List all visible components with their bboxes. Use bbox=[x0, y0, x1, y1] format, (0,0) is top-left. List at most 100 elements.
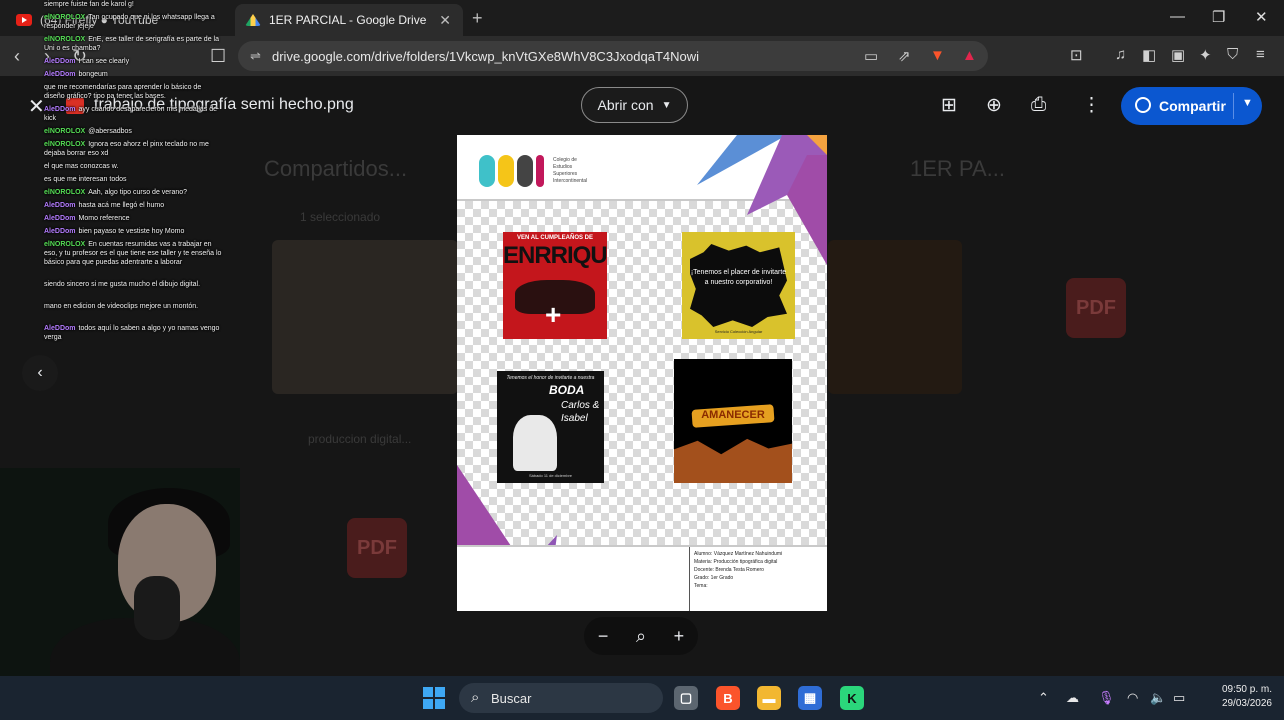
close-tab-icon[interactable]: ✕ bbox=[439, 12, 451, 29]
back-icon[interactable]: ‹ bbox=[14, 46, 20, 67]
pdf-file-icon[interactable]: PDF bbox=[347, 518, 407, 578]
new-tab-icon[interactable]: + bbox=[472, 8, 483, 29]
card3-foot: Sábado 11 de diciembre bbox=[528, 473, 573, 478]
chat-text: Aah, algo tipo curso de verano? bbox=[88, 189, 188, 196]
chat-username: elNOROLOX bbox=[44, 128, 86, 135]
info-line: Grado: 1er Grado bbox=[694, 575, 734, 581]
open-with-button[interactable]: Abrir con ▼ bbox=[581, 87, 688, 123]
card3-couple bbox=[513, 415, 557, 471]
file-thumbnail[interactable] bbox=[272, 240, 458, 394]
chat-text: mano en edicion de videoclips mejore un … bbox=[44, 303, 199, 310]
info-line: Tema: bbox=[694, 583, 708, 589]
show-hidden-icons-icon[interactable]: ⌃ bbox=[1038, 690, 1049, 706]
chat-message: elNOROLOX Aah, algo tipo curso de verano? bbox=[44, 188, 222, 197]
tab-search-icon[interactable]: ⊡ bbox=[1070, 46, 1083, 64]
youtube-icon bbox=[16, 14, 32, 26]
print-icon[interactable]: ⎙ bbox=[1031, 94, 1046, 116]
add-comment-icon[interactable]: ⊕ bbox=[986, 94, 1002, 117]
brave-rewards-icon[interactable]: ▲ bbox=[962, 47, 977, 64]
logo-text: Colegio de Estudios Superiores Intercont… bbox=[553, 157, 588, 184]
zoom-controls: − ⌕ + bbox=[584, 617, 698, 655]
onedrive-icon[interactable]: ☁ bbox=[1066, 690, 1079, 706]
microphone-tray-icon[interactable]: 🎙 bbox=[1098, 690, 1115, 706]
maximize-icon[interactable]: ❐ bbox=[1212, 8, 1225, 26]
move-to-folder-icon[interactable]: ⊞ bbox=[941, 94, 957, 117]
share-page-icon[interactable]: ⇗ bbox=[898, 47, 911, 65]
chat-username: AleDDom bbox=[44, 228, 76, 235]
address-bar[interactable]: ⇌ drive.google.com/drive/folders/1Vkcwp_… bbox=[238, 41, 988, 71]
student-info: Alumno: Vázquez Martínez Nahuindumi Mate… bbox=[689, 547, 827, 611]
image-preview[interactable]: Colegio de Estudios Superiores Intercont… bbox=[457, 135, 827, 611]
vpn-icon[interactable]: ⛉ bbox=[1227, 46, 1238, 63]
previous-file-icon[interactable]: ‹ bbox=[22, 355, 58, 391]
minimize-icon[interactable]: — bbox=[1170, 8, 1185, 25]
chat-message: AleDDom todos aquí lo saben a algo y yo n… bbox=[44, 324, 222, 342]
chat-message: AleDDom bongeum bbox=[44, 70, 222, 79]
wallet-icon[interactable]: ▣ bbox=[1171, 46, 1185, 64]
tab-google-drive[interactable]: 1ER PARCIAL - Google Drive ✕ bbox=[235, 4, 463, 36]
chat-username: AleDDom bbox=[44, 215, 76, 222]
sidebar-icon[interactable]: ◧ bbox=[1142, 46, 1156, 64]
card1-big-text: ENRRIQUE bbox=[503, 242, 607, 269]
file-explorer-icon[interactable]: ▬ bbox=[757, 686, 781, 710]
menu-icon[interactable]: ≡ bbox=[1256, 46, 1265, 63]
chat-text: @abersadbos bbox=[88, 128, 132, 135]
folder-heading: 1ER PA... bbox=[910, 156, 1005, 181]
card3-boda: BODA bbox=[549, 383, 585, 397]
chat-username: elNOROLOX bbox=[44, 36, 86, 43]
chat-message: AleDDom hasta acá me llegó el humo bbox=[44, 201, 222, 210]
card4-title: AMANECER bbox=[701, 409, 765, 421]
chat-text: I can see clearly bbox=[78, 58, 130, 65]
chat-text: siempre fuiste fan de karol g! bbox=[44, 1, 134, 8]
card2-text: ¡Tenemos el placer de invitarte a nuestr… bbox=[690, 269, 787, 286]
task-view-icon[interactable]: ▢ bbox=[674, 686, 698, 710]
site-info-icon[interactable]: ⇌ bbox=[250, 48, 261, 64]
chat-text: Momo reference bbox=[78, 215, 130, 222]
file-thumbnail[interactable] bbox=[828, 240, 962, 394]
chat-message: siendo sincero si me gusta mucho el dibu… bbox=[44, 280, 222, 289]
cast-icon[interactable]: ▭ bbox=[864, 47, 878, 65]
battery-icon[interactable]: ▭ bbox=[1173, 690, 1185, 706]
chat-message: elNOROLOX EnE, ese taller de serigrafía e… bbox=[44, 35, 222, 53]
share-caret-icon[interactable]: ▼ bbox=[1242, 97, 1253, 109]
crosshair-cursor-icon: + bbox=[545, 299, 562, 330]
system-clock[interactable]: 09:50 p. m. 29/03/2026 bbox=[1200, 683, 1272, 711]
share-button[interactable]: Compartir ▼ bbox=[1121, 87, 1262, 125]
chat-text: bien payaso te vestiste hoy Momo bbox=[78, 228, 185, 235]
chat-text: es que me interesan todos bbox=[44, 176, 127, 183]
chat-username: AleDDom bbox=[44, 58, 76, 65]
taskbar-search[interactable]: ⌕ Buscar bbox=[459, 683, 663, 713]
globe-icon bbox=[1135, 97, 1151, 113]
chat-username: AleDDom bbox=[44, 71, 76, 78]
zoom-out-icon[interactable]: − bbox=[598, 626, 609, 647]
chat-message: mano en edicion de videoclips mejore un … bbox=[44, 302, 222, 311]
chat-message: AleDDom bien payaso te vestiste hoy Momo bbox=[44, 227, 222, 236]
zoom-in-icon[interactable]: + bbox=[674, 626, 685, 647]
chat-text: bongeum bbox=[78, 71, 108, 78]
search-icon: ⌕ bbox=[471, 689, 480, 706]
caret-down-icon: ▼ bbox=[661, 99, 672, 111]
brave-browser-icon[interactable]: B bbox=[716, 686, 740, 710]
chat-username: AleDDom bbox=[44, 325, 76, 332]
close-preview-icon[interactable]: ✕ bbox=[28, 94, 45, 119]
chat-username: elNOROLOX bbox=[44, 189, 86, 196]
pdf-file-icon[interactable]: PDF bbox=[1066, 278, 1126, 338]
chat-message: elNOROLOX @abersadbos bbox=[44, 127, 222, 136]
wifi-icon[interactable]: ◠ bbox=[1127, 690, 1138, 706]
microsoft-store-icon[interactable]: ▦ bbox=[798, 686, 822, 710]
leo-ai-icon[interactable]: ✦ bbox=[1199, 46, 1212, 64]
volume-icon[interactable]: 🔈 bbox=[1150, 690, 1166, 706]
kick-app-icon[interactable]: K bbox=[840, 686, 864, 710]
share-label: Compartir bbox=[1159, 98, 1226, 114]
chat-text: siendo sincero si me gusta mucho el dibu… bbox=[44, 281, 201, 288]
zoom-reset-icon[interactable]: ⌕ bbox=[636, 626, 646, 647]
brave-shields-icon[interactable]: ▼ bbox=[930, 47, 945, 64]
chat-message: elNOROLOX Tan ocupado que ni los whatsapp… bbox=[44, 13, 222, 31]
close-window-icon[interactable]: ✕ bbox=[1255, 8, 1268, 26]
media-icon[interactable]: ♫ bbox=[1115, 46, 1126, 63]
windows-start-icon[interactable] bbox=[423, 687, 445, 709]
card-boda: Tenemos el honor de invitarte a nuestra … bbox=[497, 371, 604, 483]
search-label: Buscar bbox=[491, 691, 532, 706]
more-options-icon[interactable]: ⋮ bbox=[1082, 94, 1101, 117]
card3-top-text: Tenemos el honor de invitarte a nuestra bbox=[506, 375, 595, 381]
